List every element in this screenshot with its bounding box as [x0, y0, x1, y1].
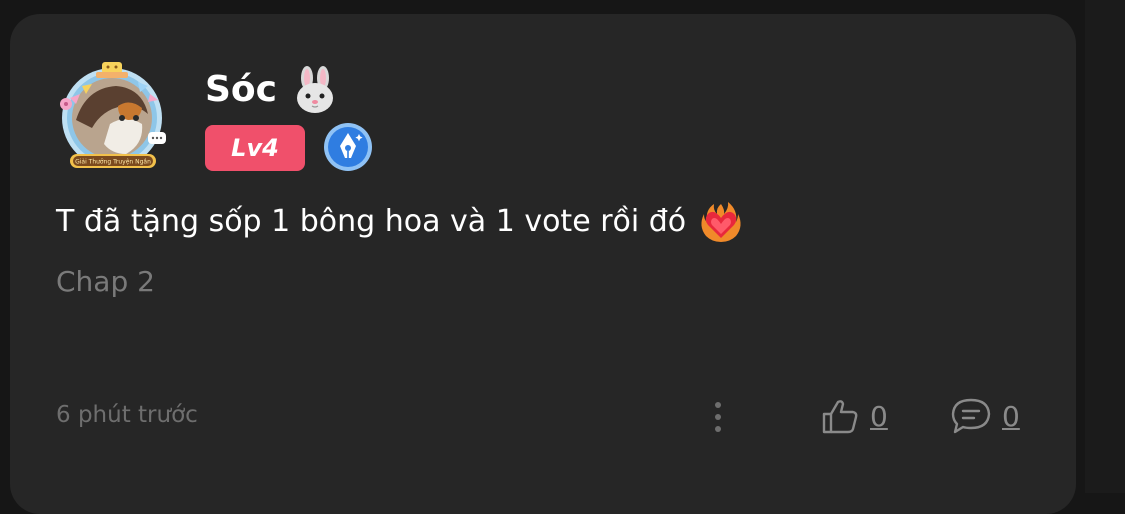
username-text: Sóc — [205, 69, 277, 110]
like-count: 0 — [870, 399, 888, 433]
right-strip — [1085, 0, 1125, 493]
level-badge: Lv4 — [205, 125, 305, 171]
comment-text: T đã tặng sốp 1 bông hoa và 1 vote rồi đ… — [56, 203, 687, 239]
svg-text:Giải Thưởng Truyện Ngắn: Giải Thưởng Truyện Ngắn — [75, 159, 151, 166]
fountain-pen-badge-icon — [324, 123, 372, 171]
timestamp: 6 phút trước — [56, 402, 198, 428]
heart-on-fire-icon — [701, 202, 741, 242]
rabbit-face-icon — [297, 66, 333, 113]
like-button[interactable]: 0 — [820, 396, 888, 436]
more-options-icon[interactable] — [708, 400, 728, 434]
chapter-label[interactable]: Chap 2 — [56, 265, 155, 298]
reply-count: 0 — [1002, 399, 1020, 433]
comment-bubble-icon — [951, 398, 991, 434]
reply-button[interactable]: 0 — [950, 396, 1020, 436]
thumbs-up-icon — [822, 400, 858, 434]
username[interactable]: Sóc — [205, 66, 339, 114]
avatar[interactable]: Giải Thưởng Truyện Ngắn — [56, 58, 172, 174]
comment-body: T đã tặng sốp 1 bông hoa và 1 vote rồi đ… — [56, 198, 744, 244]
level-label: Lv4 — [231, 134, 279, 162]
